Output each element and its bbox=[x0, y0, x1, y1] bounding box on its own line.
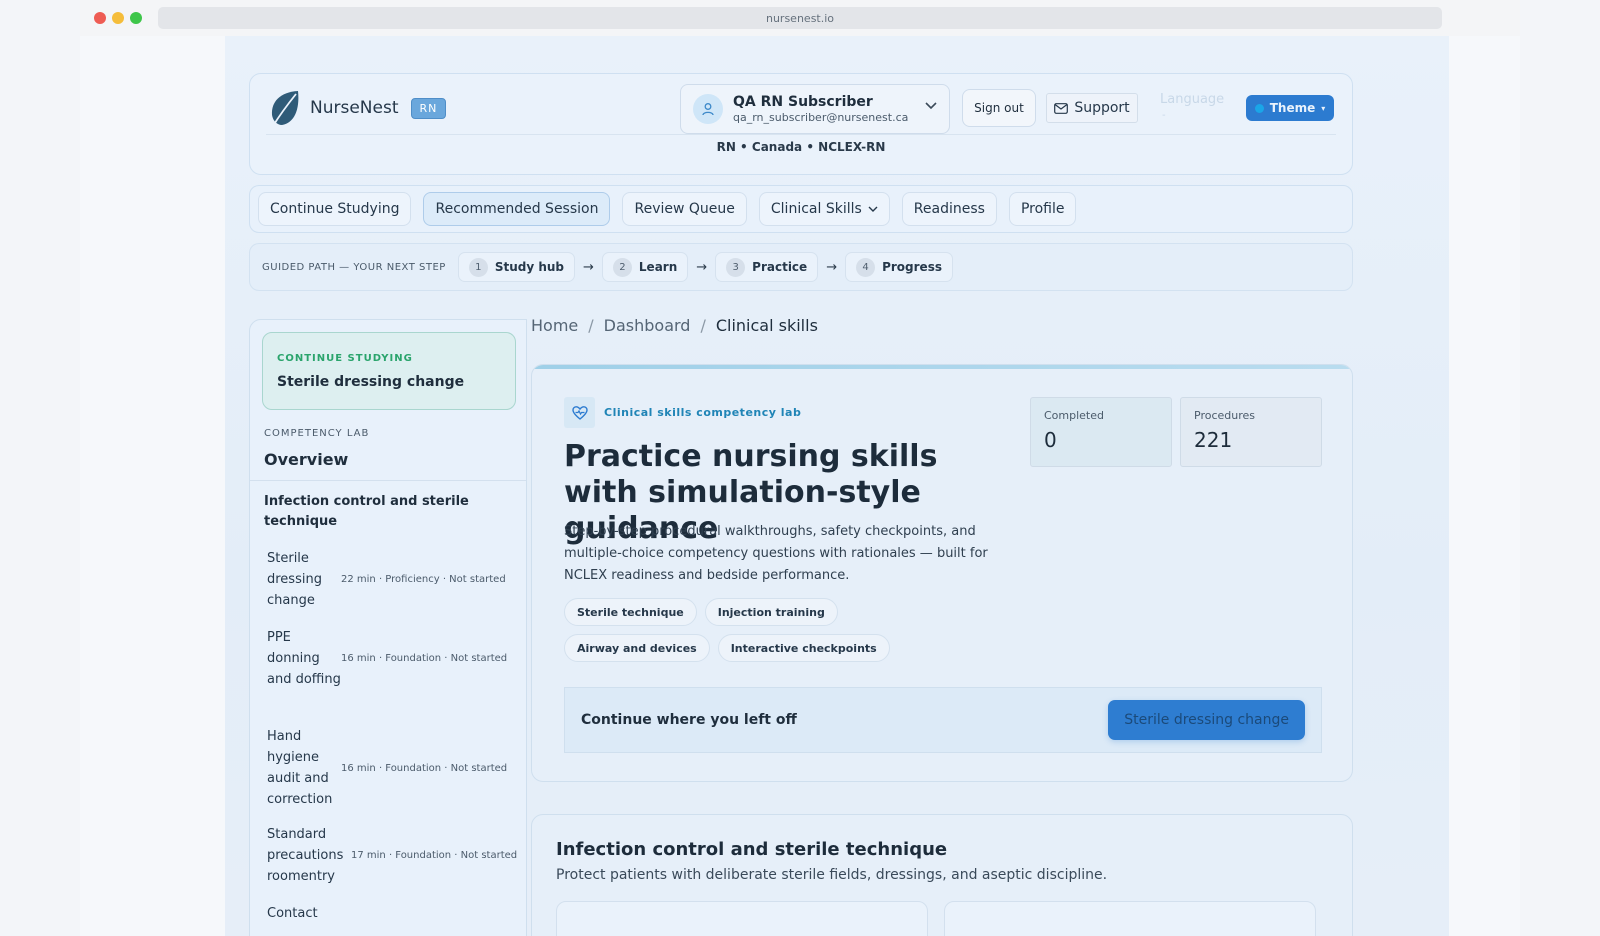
breadcrumb-separator: / bbox=[588, 316, 594, 335]
brand[interactable]: NurseNest RN bbox=[268, 88, 447, 128]
tab-readiness[interactable]: Readiness bbox=[901, 192, 997, 226]
step-learn[interactable]: 2 Learn bbox=[601, 252, 689, 282]
hero-tag-label: Clinical skills competency lab bbox=[604, 406, 802, 419]
minimize-window-icon[interactable] bbox=[112, 12, 124, 24]
hero-description: Step-by-step procedural walkthroughs, sa… bbox=[564, 524, 988, 583]
breadcrumb-separator: / bbox=[700, 316, 706, 335]
browser-titlebar: nursenest.io bbox=[80, 0, 1520, 36]
breadcrumb: Home / Dashboard / Clinical skills bbox=[531, 316, 818, 335]
step-number: 2 bbox=[612, 257, 632, 277]
user-icon bbox=[693, 94, 723, 124]
section-title: Infection control and sterile technique bbox=[556, 839, 948, 860]
chevron-down-icon bbox=[868, 206, 878, 212]
chip-airway-devices[interactable]: Airway and devices bbox=[564, 634, 710, 662]
window-controls bbox=[94, 12, 142, 24]
skill-card[interactable] bbox=[944, 901, 1316, 936]
hero-tag: Clinical skills competency lab bbox=[564, 397, 801, 428]
step-number: 1 bbox=[468, 257, 488, 277]
skill-card[interactable] bbox=[556, 901, 928, 936]
tab-profile[interactable]: Profile bbox=[1008, 192, 1077, 226]
app-root: NurseNest RN QA RN Subscriber qa_rn_subs… bbox=[225, 36, 1449, 936]
sidebar-divider bbox=[250, 480, 526, 481]
stat-completed: Completed 0 bbox=[1030, 397, 1172, 467]
close-window-icon[interactable] bbox=[94, 12, 106, 24]
top-header: NurseNest RN QA RN Subscriber qa_rn_subs… bbox=[249, 73, 1353, 175]
theme-button[interactable]: Theme ▾ bbox=[1246, 95, 1334, 121]
leaf-logo-icon bbox=[271, 91, 299, 127]
tab-review-queue[interactable]: Review Queue bbox=[622, 192, 747, 226]
sidebar-skill-item[interactable]: Hand hygiene audit and correction 16 min… bbox=[267, 726, 507, 810]
hero-card: Clinical skills competency lab Practice … bbox=[531, 364, 1353, 782]
brand-name: NurseNest bbox=[310, 98, 399, 118]
step-study-hub[interactable]: 1 Study hub bbox=[457, 252, 575, 282]
topic-chips: Sterile technique Injection training Air… bbox=[564, 598, 984, 662]
chip-sterile-technique[interactable]: Sterile technique bbox=[564, 598, 697, 626]
breadcrumb-current: Clinical skills bbox=[715, 316, 818, 335]
breadcrumb-dashboard[interactable]: Dashboard bbox=[604, 316, 691, 335]
mail-icon bbox=[1054, 102, 1069, 114]
browser-window: nursenest.io NurseNest RN QA RN Subscrib… bbox=[80, 0, 1520, 936]
tab-recommended-session[interactable]: Recommended Session bbox=[423, 192, 611, 226]
maximize-window-icon[interactable] bbox=[130, 12, 142, 24]
role-badge: RN bbox=[410, 97, 447, 119]
caret-down-icon: ▾ bbox=[1321, 103, 1326, 113]
sidebar-skill-item[interactable]: PPE donning and doffing 16 min · Foundat… bbox=[267, 627, 507, 690]
section-description: Protect patients with deliberate sterile… bbox=[556, 867, 1108, 883]
heart-pulse-icon bbox=[564, 397, 595, 428]
sidebar-skill-item[interactable]: Standard precautions roomentry 17 min · … bbox=[267, 824, 517, 887]
stat-procedures: Procedures 221 bbox=[1180, 397, 1322, 467]
tab-continue-studying[interactable]: Continue Studying bbox=[258, 192, 412, 226]
step-progress[interactable]: 4 Progress bbox=[845, 252, 953, 282]
continue-label: CONTINUE STUDYING bbox=[277, 353, 413, 364]
theme-dot-icon bbox=[1254, 103, 1264, 113]
theme-label: Theme bbox=[1269, 101, 1316, 115]
continue-studying-card[interactable]: CONTINUE STUDYING Sterile dressing chang… bbox=[262, 332, 516, 410]
exam-context: RN • Canada • NCLEX-RN bbox=[716, 140, 886, 154]
continue-title: Sterile dressing change bbox=[277, 374, 465, 390]
support-button[interactable]: Support bbox=[1046, 93, 1138, 123]
resume-skill-button[interactable]: Sterile dressing change bbox=[1108, 700, 1305, 740]
guided-path-label: GUIDED PATH — YOUR NEXT STEP bbox=[262, 261, 446, 273]
chevron-down-icon bbox=[925, 99, 937, 113]
sign-out-button[interactable]: Sign out bbox=[962, 89, 1036, 127]
user-name: QA RN Subscriber bbox=[733, 94, 873, 110]
chip-interactive-checkpoints[interactable]: Interactive checkpoints bbox=[717, 634, 890, 662]
arrow-right-icon: → bbox=[826, 259, 838, 275]
arrow-right-icon: → bbox=[696, 259, 708, 275]
sidebar-skill-item[interactable]: Contact bbox=[267, 903, 341, 924]
language-value: - bbox=[1162, 110, 1166, 121]
support-label: Support bbox=[1074, 100, 1130, 116]
resume-text: Continue where you left off bbox=[581, 712, 797, 728]
address-bar[interactable]: nursenest.io bbox=[158, 7, 1442, 29]
competency-lab-label: COMPETENCY LAB bbox=[264, 428, 370, 439]
section-infection-control: Infection control and sterile technique … bbox=[531, 814, 1353, 936]
guided-path: GUIDED PATH — YOUR NEXT STEP 1 Study hub… bbox=[249, 243, 1353, 291]
arrow-right-icon: → bbox=[583, 259, 594, 275]
tab-clinical-skills[interactable]: Clinical Skills bbox=[758, 192, 890, 226]
account-menu[interactable]: QA RN Subscriber qa_rn_subscriber@nursen… bbox=[680, 84, 950, 134]
step-number: 3 bbox=[726, 257, 746, 277]
step-practice[interactable]: 3 Practice bbox=[715, 252, 819, 282]
skills-sidebar: CONTINUE STUDYING Sterile dressing chang… bbox=[249, 319, 527, 936]
sidebar-item-overview[interactable]: Overview bbox=[264, 450, 348, 469]
hero-accent-bar bbox=[532, 365, 1352, 369]
breadcrumb-home[interactable]: Home bbox=[531, 316, 578, 335]
sidebar-section-heading: Infection control and sterile technique bbox=[264, 494, 469, 529]
language-select[interactable]: Language bbox=[1160, 92, 1224, 107]
sidebar-skill-item[interactable]: Sterile dressing change 22 min · Profici… bbox=[267, 548, 506, 611]
resume-panel: Continue where you left off Sterile dres… bbox=[564, 687, 1322, 753]
chip-injection-training[interactable]: Injection training bbox=[704, 598, 838, 626]
main-nav: Continue Studying Recommended Session Re… bbox=[249, 185, 1353, 233]
step-number: 4 bbox=[856, 257, 876, 277]
header-divider bbox=[266, 134, 1336, 135]
user-email: qa_rn_subscriber@nursenest.ca bbox=[733, 111, 909, 124]
